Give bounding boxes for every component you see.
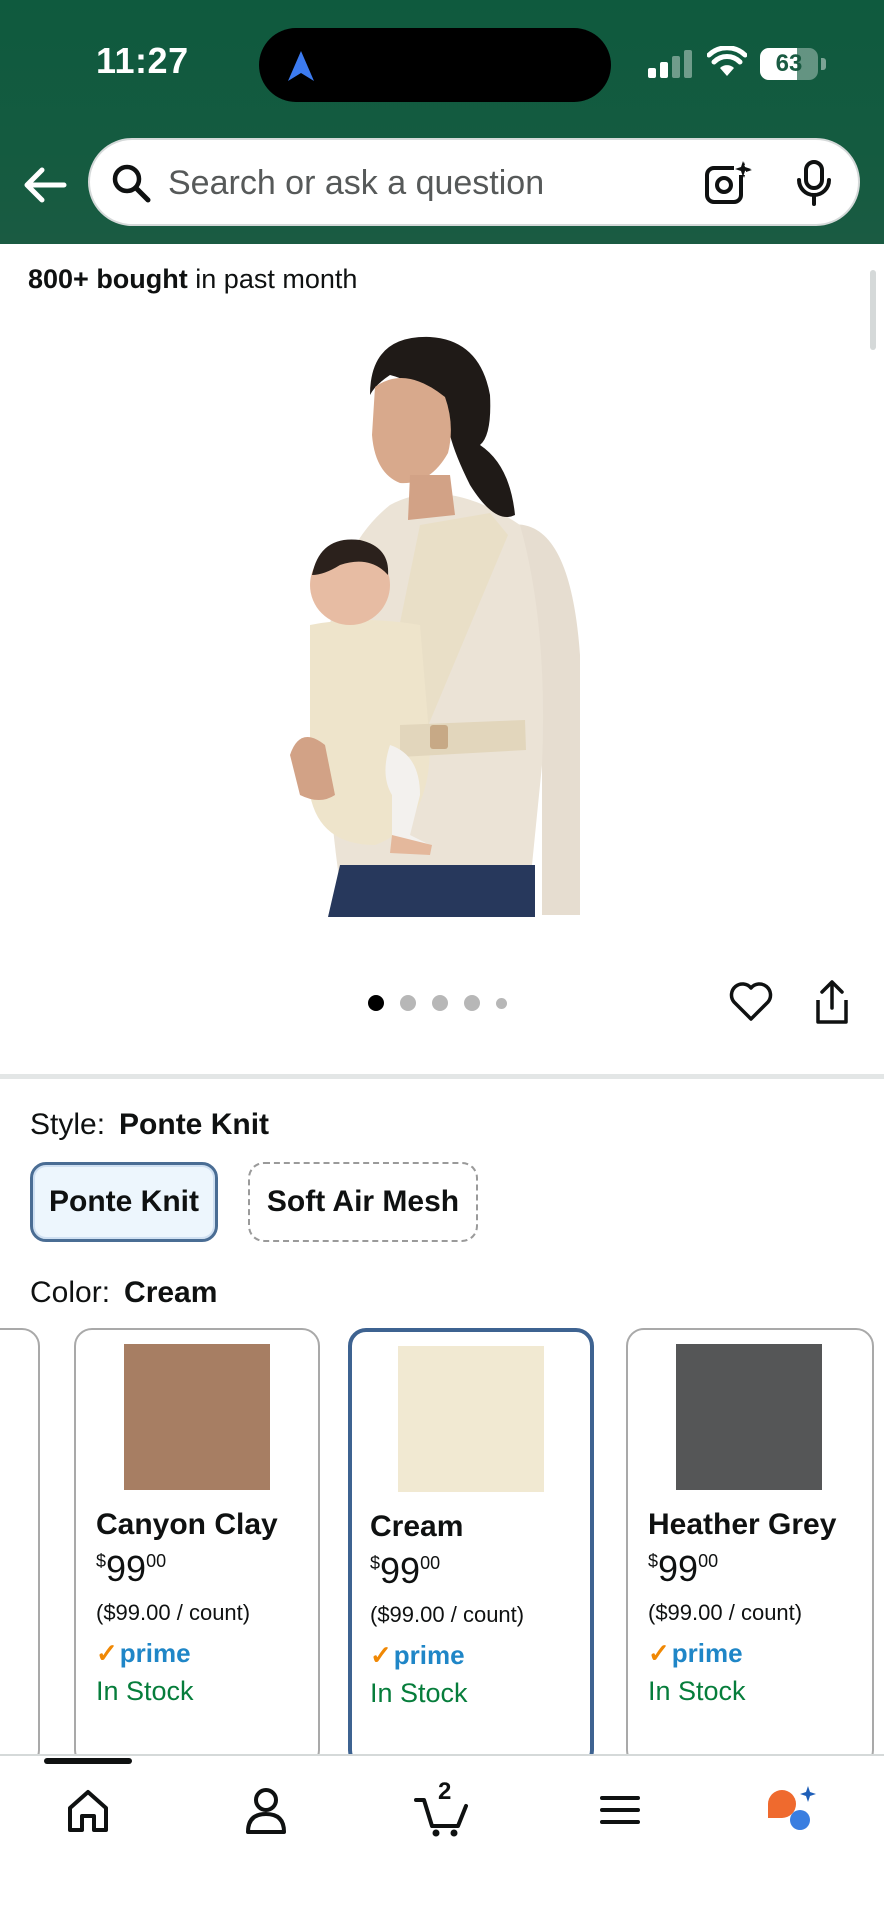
- tab-menu[interactable]: [590, 1782, 650, 1838]
- tab-account[interactable]: [236, 1782, 296, 1838]
- product-image[interactable]: [280, 325, 610, 917]
- cellular-signal-icon: [648, 50, 692, 78]
- status-time: 11:27: [96, 40, 189, 81]
- search-icon: [112, 164, 151, 203]
- account-icon: [246, 1788, 286, 1834]
- bottom-tab-bar: 2: [0, 1754, 884, 1920]
- heart-icon[interactable]: [728, 980, 774, 1022]
- header: 11:27 63 Search or ask a question: [0, 0, 884, 244]
- carousel-dot[interactable]: [464, 995, 480, 1011]
- prime-badge: ✓prime: [96, 1638, 191, 1668]
- style-selected-value: Ponte Knit: [119, 1108, 270, 1141]
- section-divider: [0, 1074, 884, 1079]
- navigation-arrow-icon: [288, 51, 314, 81]
- style-label: Style: Ponte Knit: [30, 1108, 270, 1141]
- color-swatch: [398, 1346, 544, 1492]
- prime-check-icon: ✓: [96, 1638, 118, 1668]
- home-icon: [68, 1790, 108, 1832]
- color-swatch: [676, 1344, 822, 1490]
- dynamic-island: [259, 28, 611, 102]
- scroll-indicator: [870, 270, 876, 350]
- search-bar[interactable]: Search or ask a question: [88, 138, 860, 226]
- carousel-dot[interactable]: [368, 995, 384, 1011]
- tab-cart[interactable]: 2: [412, 1778, 472, 1838]
- image-carousel-dots[interactable]: [368, 995, 523, 1011]
- color-selected-value: Cream: [124, 1276, 218, 1309]
- carousel-dot[interactable]: [496, 997, 507, 1009]
- color-card-canyon-clay[interactable]: Canyon Clay $9900 ($99.00 / count) ✓prim…: [74, 1328, 320, 1768]
- carousel-dot[interactable]: [400, 995, 416, 1011]
- color-name: Heather Grey: [648, 1508, 837, 1541]
- back-arrow-icon[interactable]: [20, 160, 70, 210]
- cart-count: 2: [438, 1778, 452, 1805]
- search-input[interactable]: Search or ask a question: [168, 164, 544, 203]
- tab-rufus[interactable]: [762, 1782, 822, 1838]
- color-label: Color: Cream: [30, 1276, 218, 1309]
- prime-check-icon: ✓: [648, 1638, 670, 1668]
- style-option-ponte-knit[interactable]: Ponte Knit: [30, 1162, 218, 1242]
- tab-home[interactable]: [58, 1782, 118, 1838]
- wifi-icon: [707, 46, 747, 76]
- stock-status: In Stock: [648, 1676, 746, 1706]
- stock-status: In Stock: [370, 1678, 468, 1708]
- color-card-heather-grey[interactable]: Heather Grey $9900 ($99.00 / count) ✓pri…: [626, 1328, 874, 1768]
- bought-in-past-month: 800+ bought in past month: [28, 264, 358, 294]
- prime-badge: ✓prime: [370, 1640, 465, 1670]
- color-card-cream[interactable]: Cream $9900 ($99.00 / count) ✓prime In S…: [348, 1328, 594, 1768]
- menu-icon: [600, 1796, 640, 1824]
- stock-status: In Stock: [96, 1676, 194, 1706]
- battery-level: 63: [775, 50, 803, 77]
- unit-price: ($99.00 / count): [648, 1600, 803, 1625]
- color-name: Cream: [370, 1510, 464, 1543]
- product-page: 11:27 63 Search or ask a question 800+ b…: [0, 0, 884, 1920]
- active-tab-indicator: [44, 1758, 132, 1764]
- battery-icon: 63: [760, 48, 826, 80]
- camera-lens-icon[interactable]: [704, 160, 752, 206]
- prime-badge: ✓prime: [648, 1638, 743, 1668]
- color-card-partial[interactable]: [0, 1328, 40, 1768]
- price: $9900: [370, 1550, 441, 1591]
- color-name: Canyon Clay: [96, 1508, 278, 1541]
- rufus-assistant-icon: [768, 1786, 816, 1830]
- unit-price: ($99.00 / count): [96, 1600, 251, 1625]
- carousel-dot[interactable]: [432, 995, 448, 1011]
- microphone-icon[interactable]: [796, 160, 832, 206]
- price: $9900: [96, 1548, 167, 1589]
- style-option-soft-air-mesh[interactable]: Soft Air Mesh: [248, 1162, 478, 1242]
- prime-check-icon: ✓: [370, 1640, 392, 1670]
- unit-price: ($99.00 / count): [370, 1602, 525, 1627]
- price: $9900: [648, 1548, 719, 1589]
- color-swatch: [124, 1344, 270, 1490]
- share-icon[interactable]: [812, 978, 852, 1026]
